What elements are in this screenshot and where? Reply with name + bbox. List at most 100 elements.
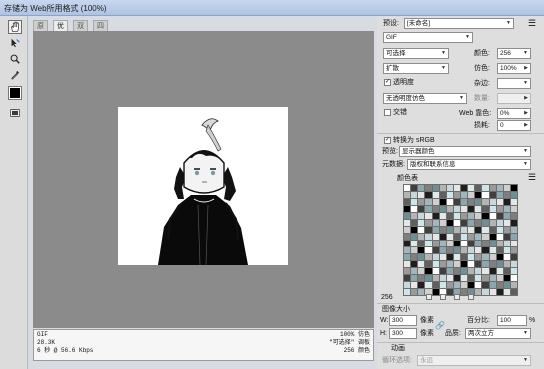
color-swatch[interactable] [510, 275, 517, 282]
color-swatch[interactable] [418, 233, 425, 240]
color-table-menu-icon[interactable]: ☰ [528, 173, 536, 182]
color-swatch[interactable] [510, 226, 517, 233]
color-swatch[interactable] [482, 219, 489, 226]
color-swatch[interactable] [418, 205, 425, 212]
color-swatch[interactable] [468, 282, 475, 289]
color-swatch[interactable] [446, 254, 453, 261]
color-swatch[interactable] [503, 275, 510, 282]
zoom-icon[interactable] [8, 52, 22, 66]
color-swatch[interactable] [404, 261, 411, 268]
color-swatch[interactable] [418, 219, 425, 226]
color-swatch[interactable] [439, 219, 446, 226]
color-swatch[interactable] [432, 254, 439, 261]
link-chain-icon[interactable]: 🔗 [435, 321, 445, 330]
color-swatch[interactable] [439, 240, 446, 247]
color-swatch[interactable] [482, 198, 489, 205]
color-swatch[interactable] [482, 289, 489, 295]
color-swatch[interactable] [482, 261, 489, 268]
color-swatch[interactable] [425, 226, 432, 233]
color-swatch[interactable] [432, 240, 439, 247]
color-swatch[interactable] [404, 233, 411, 240]
color-swatch[interactable] [404, 219, 411, 226]
color-swatch[interactable] [446, 219, 453, 226]
color-swatch[interactable] [468, 212, 475, 219]
color-swatch[interactable] [468, 185, 475, 191]
color-swatch[interactable] [439, 226, 446, 233]
slice-select-icon[interactable] [8, 36, 22, 50]
color-swatch[interactable] [453, 282, 460, 289]
color-swatch[interactable] [475, 275, 482, 282]
color-swatch[interactable] [503, 240, 510, 247]
color-swatch[interactable] [453, 226, 460, 233]
color-swatch[interactable] [489, 289, 496, 295]
color-swatch[interactable] [432, 226, 439, 233]
color-swatch[interactable] [468, 233, 475, 240]
color-swatch[interactable] [404, 268, 411, 275]
color-swatch[interactable] [432, 282, 439, 289]
color-swatch[interactable] [446, 289, 453, 295]
metadata-select[interactable]: 版权和联系信息 ▼ [407, 159, 531, 170]
color-swatch[interactable] [418, 275, 425, 282]
color-swatch[interactable] [411, 205, 418, 212]
color-swatch[interactable] [411, 219, 418, 226]
color-swatch[interactable] [510, 212, 517, 219]
color-swatch[interactable] [425, 240, 432, 247]
color-swatch[interactable] [461, 289, 468, 295]
color-swatch[interactable] [475, 247, 482, 254]
color-swatch[interactable] [510, 268, 517, 275]
color-swatch[interactable] [418, 212, 425, 219]
color-swatch[interactable] [411, 212, 418, 219]
color-swatch[interactable] [411, 261, 418, 268]
color-swatch[interactable] [496, 282, 503, 289]
color-swatch[interactable] [432, 233, 439, 240]
color-swatch[interactable] [453, 191, 460, 198]
color-swatch[interactable] [439, 247, 446, 254]
color-swatch[interactable] [482, 226, 489, 233]
web-snap-input[interactable]: 0% ▶ [497, 108, 531, 119]
color-swatch[interactable] [503, 198, 510, 205]
color-swatch[interactable] [489, 226, 496, 233]
color-swatch[interactable] [510, 282, 517, 289]
color-swatch[interactable] [453, 205, 460, 212]
color-swatch[interactable] [446, 261, 453, 268]
color-swatch[interactable] [439, 185, 446, 191]
color-swatch[interactable] [404, 198, 411, 205]
color-swatch[interactable] [482, 212, 489, 219]
color-swatch[interactable] [453, 261, 460, 268]
color-swatch[interactable] [453, 268, 460, 275]
srgb-checkbox[interactable]: ✓ [384, 137, 391, 144]
transparency-checkbox[interactable]: ✓ [384, 79, 391, 86]
color-swatch[interactable] [482, 268, 489, 275]
color-swatch[interactable] [482, 247, 489, 254]
color-swatch[interactable] [510, 261, 517, 268]
color-swatch[interactable] [432, 219, 439, 226]
color-swatch[interactable] [482, 254, 489, 261]
color-swatch[interactable] [411, 198, 418, 205]
color-swatch[interactable] [510, 191, 517, 198]
color-swatch[interactable] [404, 212, 411, 219]
preview-select[interactable]: 显示器颜色 ▼ [399, 146, 531, 157]
color-swatch[interactable] [496, 226, 503, 233]
color-swatch[interactable] [453, 212, 460, 219]
color-swatch[interactable] [475, 219, 482, 226]
color-swatch[interactable] [468, 247, 475, 254]
color-swatch[interactable] [468, 254, 475, 261]
color-swatch[interactable] [411, 233, 418, 240]
color-swatch[interactable] [475, 205, 482, 212]
color-swatch[interactable] [496, 233, 503, 240]
color-swatch[interactable] [475, 289, 482, 295]
lock-color-icon[interactable] [440, 294, 446, 300]
color-swatch[interactable] [446, 212, 453, 219]
width-input[interactable]: 300 [389, 315, 417, 326]
color-swatch[interactable] [489, 219, 496, 226]
color-swatch[interactable] [510, 289, 517, 295]
color-swatch[interactable] [461, 212, 468, 219]
color-swatch[interactable] [482, 282, 489, 289]
color-swatch[interactable] [496, 198, 503, 205]
color-swatch[interactable] [432, 191, 439, 198]
color-swatch[interactable] [418, 240, 425, 247]
color-swatch[interactable] [510, 247, 517, 254]
color-swatch[interactable] [425, 282, 432, 289]
color-swatch[interactable] [411, 226, 418, 233]
color-table[interactable] [403, 184, 518, 296]
